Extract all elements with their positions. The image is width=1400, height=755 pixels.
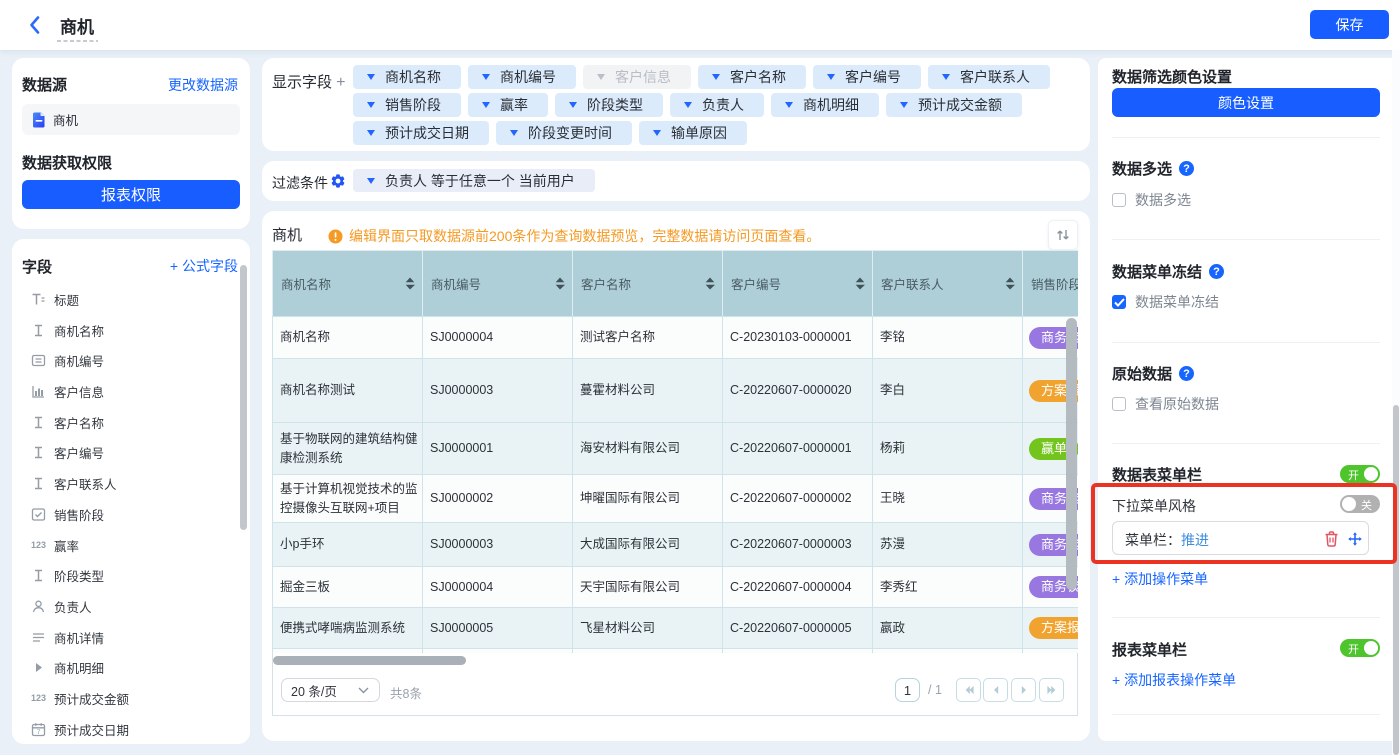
svg-text:7: 7	[37, 729, 41, 736]
